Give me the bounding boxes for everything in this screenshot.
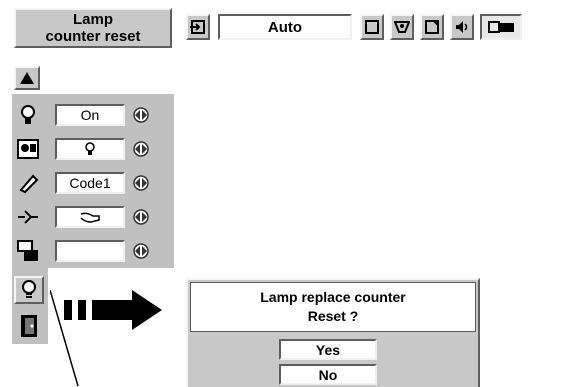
dialog-message-box: Lamp replace counter Reset ?: [190, 282, 476, 332]
image-adjust-icon[interactable]: [390, 14, 414, 40]
no-button[interactable]: No: [279, 364, 377, 385]
connector-icon: [16, 205, 40, 229]
exit-door-icon[interactable]: [16, 312, 42, 340]
dialog-message-line1: Lamp replace counter: [260, 289, 406, 305]
lamp-indicator-icon: [16, 137, 40, 161]
sound-icon[interactable]: [450, 14, 474, 40]
lamp-bulb-icon: [16, 103, 40, 127]
right-arrow-icon: [64, 290, 162, 330]
menu-row[interactable]: On: [14, 101, 170, 129]
top-toolbar: Auto: [186, 10, 576, 46]
yes-button[interactable]: Yes: [279, 339, 377, 360]
menu-row[interactable]: Code1: [14, 169, 170, 197]
empty-field[interactable]: [55, 240, 125, 262]
screen-icon[interactable]: [360, 14, 384, 40]
stacked-screen-icon: [16, 239, 40, 263]
dialog-message-line2: Reset ?: [307, 308, 359, 324]
pencil-code-icon: [16, 171, 40, 195]
menu-row-value[interactable]: On: [55, 104, 125, 126]
mode-value-field[interactable]: Auto: [218, 14, 352, 40]
adjust-arrows-icon[interactable]: [132, 106, 150, 124]
hand-cursor-icon: [80, 212, 100, 223]
menu-title-line2: counter reset: [45, 28, 141, 45]
page-icon[interactable]: [420, 14, 444, 40]
bulb-icon: [85, 142, 95, 155]
adjust-arrows-icon[interactable]: [132, 242, 150, 260]
adjust-arrows-icon[interactable]: [132, 174, 150, 192]
menu-row[interactable]: [14, 237, 170, 265]
adjust-arrows-icon[interactable]: [132, 140, 150, 158]
connector-field[interactable]: [55, 206, 125, 228]
menu-title-line1: Lamp: [72, 11, 113, 28]
menu-row-value[interactable]: Code1: [55, 172, 125, 194]
menu-title-box: Lamp counter reset: [14, 8, 172, 48]
lamp-counter-reset-icon[interactable]: [14, 276, 44, 304]
adjust-arrows-icon[interactable]: [132, 208, 150, 226]
menu-up-arrow-icon[interactable]: [14, 66, 40, 90]
setting-icon[interactable]: [480, 14, 522, 40]
input-icon[interactable]: [186, 14, 210, 40]
menu-row[interactable]: [14, 135, 170, 163]
lamp-indicator-field[interactable]: [55, 138, 125, 160]
menu-row[interactable]: [14, 203, 170, 231]
mode-value: Auto: [267, 18, 303, 36]
